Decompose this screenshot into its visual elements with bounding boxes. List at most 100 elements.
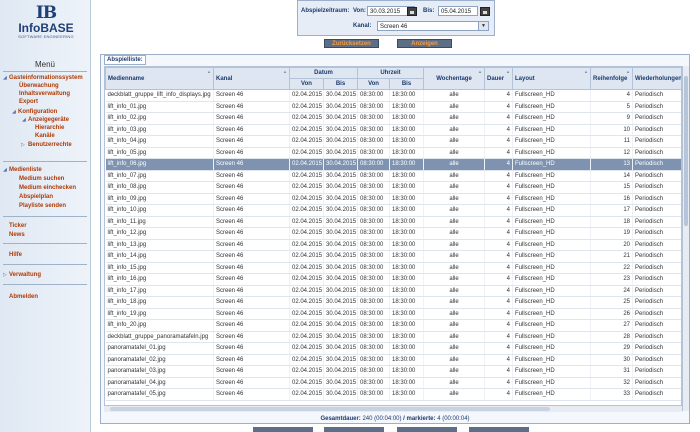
- sidebar-item-hilfe[interactable]: Hilfe: [9, 251, 22, 259]
- horizontal-scrollbar[interactable]: [104, 405, 682, 412]
- cell-uhrzeit-von: 08:30:00: [357, 365, 391, 378]
- bottom-button[interactable]: [469, 427, 529, 432]
- table-row[interactable]: lift_info_11.jpg Screen 46 02.04.2015 30.04…: [105, 216, 681, 228]
- expand-triangle-icon[interactable]: ▷: [3, 271, 7, 279]
- sidebar-item-konfiguration[interactable]: Konfiguration: [18, 108, 57, 116]
- header-layout[interactable]: Layout ▲: [512, 67, 592, 90]
- table-row[interactable]: lift_info_02.jpg Screen 46 02.04.2015 30.04…: [105, 112, 681, 125]
- kanal-select[interactable]: Screen 46 ▼: [377, 21, 489, 31]
- cell-wochentage: alle: [423, 147, 486, 159]
- table-row[interactable]: panoramatafel_03.jpg Screen 46 02.04.2015 3…: [105, 365, 681, 378]
- table-row[interactable]: lift_info_10.jpg Screen 46 02.04.2015 30.04…: [105, 204, 681, 217]
- table-row[interactable]: lift_info_08.jpg Screen 46 02.04.2015 30.04…: [105, 181, 681, 194]
- table-row[interactable]: lift_info_17.jpg Screen 46 02.04.2015 30.04…: [105, 285, 681, 297]
- header-wiederholungen[interactable]: Wiederholungen: [632, 67, 681, 90]
- header-medienname[interactable]: Medienname ▲: [105, 67, 214, 90]
- bottom-button[interactable]: [324, 427, 384, 432]
- table-row[interactable]: lift_info_12.jpg Screen 46 02.04.2015 30.04…: [105, 227, 681, 240]
- cell-uhrzeit-von: 08:30:00: [357, 354, 391, 366]
- sidebar-item-benutzerrechte[interactable]: Benutzerrechte: [28, 141, 72, 149]
- vertical-scrollbar[interactable]: [682, 66, 689, 411]
- sidebar-item-verwaltung[interactable]: Verwaltung: [9, 271, 41, 279]
- table-row[interactable]: panoramatafel_04.jpg Screen 46 02.04.2015 3…: [105, 377, 681, 389]
- header-dauer[interactable]: Dauer ▲: [484, 67, 514, 90]
- cell-reihenfolge: 28: [590, 331, 634, 343]
- bottom-button[interactable]: [397, 427, 457, 432]
- calendar-icon[interactable]: [480, 7, 490, 16]
- table-row[interactable]: lift_info_04.jpg Screen 46 02.04.2015 30.04…: [105, 135, 681, 148]
- sidebar-item-abspielplan[interactable]: Abspielplan: [19, 193, 53, 201]
- header-label: Kanal: [216, 75, 233, 82]
- header-wochentage[interactable]: Wochentage ▲: [423, 67, 486, 90]
- sidebar-item-medium-einchecken[interactable]: Medium einchecken: [19, 184, 76, 192]
- cell-layout: Fullscreen_HD: [512, 216, 592, 228]
- table-row[interactable]: lift_info_15.jpg Screen 46 02.04.2015 30.04…: [105, 262, 681, 274]
- cell-wochentage: alle: [423, 308, 486, 320]
- header-datum-von[interactable]: Von: [289, 78, 324, 90]
- show-button[interactable]: Anzeigen: [397, 39, 452, 48]
- sidebar-item-news[interactable]: News: [9, 231, 25, 239]
- calendar-icon[interactable]: [407, 7, 417, 16]
- bis-date-input[interactable]: 05.04.2015: [438, 6, 478, 16]
- table-row[interactable]: lift_info_09.jpg Screen 46 02.04.2015 30.04…: [105, 193, 681, 205]
- table-row[interactable]: lift_info_01.jpg Screen 46 02.04.2015 30.04…: [105, 101, 681, 113]
- sidebar-item-abmelden[interactable]: Abmelden: [9, 293, 38, 301]
- infobase-logo[interactable]: IB InfoBASE SOFTWARE ENGINEERING: [6, 4, 86, 54]
- table-row[interactable]: lift_info_03.jpg Screen 46 02.04.2015 30.04…: [105, 124, 681, 136]
- table-row[interactable]: lift_info_05.jpg Screen 46 02.04.2015 30.04…: [105, 147, 681, 159]
- sidebar-item-medienliste[interactable]: Medienliste: [9, 166, 42, 174]
- table-row[interactable]: lift_info_16.jpg Screen 46 02.04.2015 30.04…: [105, 273, 681, 286]
- cell-reihenfolge: 18: [590, 216, 634, 228]
- header-kanal[interactable]: Kanal ▲: [213, 67, 290, 90]
- cell-dauer: 4: [484, 273, 514, 286]
- cell-datum-von: 02.04.2015: [289, 388, 324, 401]
- table-row[interactable]: lift_info_14.jpg Screen 46 02.04.2015 30.04…: [105, 250, 681, 263]
- cell-datum-von: 02.04.2015: [289, 342, 324, 355]
- table-row[interactable]: lift_info_19.jpg Screen 46 02.04.2015 30.04…: [105, 308, 681, 320]
- collapse-triangle-icon[interactable]: ◢: [3, 166, 7, 174]
- cell-kanal: Screen 46: [213, 181, 290, 194]
- sidebar-item-medium-suchen[interactable]: Medium suchen: [19, 175, 64, 183]
- sidebar-item-export[interactable]: Export: [19, 98, 38, 106]
- table-row[interactable]: panoramatafel_01.jpg Screen 46 02.04.2015 3…: [105, 342, 681, 355]
- cell-wochentage: alle: [423, 262, 486, 274]
- sidebar-item-kanaele[interactable]: Kanäle: [35, 132, 55, 140]
- table-row[interactable]: panoramatafel_02.jpg Screen 46 02.04.2015 3…: [105, 354, 681, 366]
- header-uhrzeit-von[interactable]: Von: [357, 78, 391, 90]
- table-row[interactable]: deckblatt_gruppe_panoramatafeln.jpg Scree…: [105, 331, 681, 343]
- cell-uhrzeit-bis: 18:30:00: [389, 250, 425, 263]
- chevron-down-icon[interactable]: ▼: [478, 22, 488, 30]
- header-label: Wochentage: [436, 75, 472, 82]
- cell-uhrzeit-bis: 18:30:00: [389, 308, 425, 320]
- sidebar-item-gasteinformationssystem[interactable]: Gasteinformationssystem: [9, 74, 83, 82]
- cell-datum-bis: 30.04.2015: [323, 354, 359, 366]
- table-row[interactable]: deckblatt_gruppe_lift_info_displays.jpg S…: [105, 89, 681, 102]
- table-row[interactable]: lift_info_13.jpg Screen 46 02.04.2015 30.04…: [105, 239, 681, 251]
- table-row[interactable]: lift_info_06.jpg Screen 46 02.04.2015 30.04…: [105, 158, 681, 171]
- sidebar-item-anzeigegeraete[interactable]: Anzeigegeräte: [28, 116, 69, 124]
- sidebar-item-ticker[interactable]: Ticker: [9, 222, 27, 230]
- table-row[interactable]: lift_info_07.jpg Screen 46 02.04.2015 30.04…: [105, 170, 681, 182]
- header-reihenfolge[interactable]: Reihenfolge ▲: [590, 67, 634, 90]
- reset-button[interactable]: Zurücksetzen: [324, 39, 379, 48]
- collapse-triangle-icon[interactable]: ◢: [12, 108, 16, 116]
- cell-datum-von: 02.04.2015: [289, 296, 324, 309]
- cell-reihenfolge: 32: [590, 377, 634, 389]
- collapse-triangle-icon[interactable]: ◢: [22, 116, 26, 124]
- collapse-triangle-icon[interactable]: ◢: [3, 74, 7, 82]
- header-uhrzeit-bis[interactable]: Bis: [389, 78, 425, 90]
- expand-triangle-icon[interactable]: ▷: [21, 141, 25, 149]
- table-row[interactable]: lift_info_18.jpg Screen 46 02.04.2015 30.04…: [105, 296, 681, 309]
- sidebar-item-playliste-senden[interactable]: Playliste senden: [19, 202, 66, 210]
- cell-kanal: Screen 46: [213, 331, 290, 343]
- bottom-button[interactable]: [253, 427, 313, 432]
- scrollbar-thumb[interactable]: [110, 407, 550, 411]
- sidebar-item-inhaltsverwaltung[interactable]: Inhaltsverwaltung: [19, 90, 70, 98]
- scrollbar-thumb[interactable]: [684, 76, 688, 226]
- sidebar-item-ueberwachung[interactable]: Überwachung: [19, 82, 59, 90]
- sidebar-item-hierarchie[interactable]: Hierarchie: [35, 124, 64, 132]
- header-datum-bis[interactable]: Bis: [322, 78, 359, 90]
- table-row[interactable]: lift_info_20.jpg Screen 46 02.04.2015 30.04…: [105, 319, 681, 332]
- table-row[interactable]: panoramatafel_05.jpg Screen 46 02.04.2015 3…: [105, 388, 681, 401]
- cell-reihenfolge: 12: [590, 147, 634, 159]
